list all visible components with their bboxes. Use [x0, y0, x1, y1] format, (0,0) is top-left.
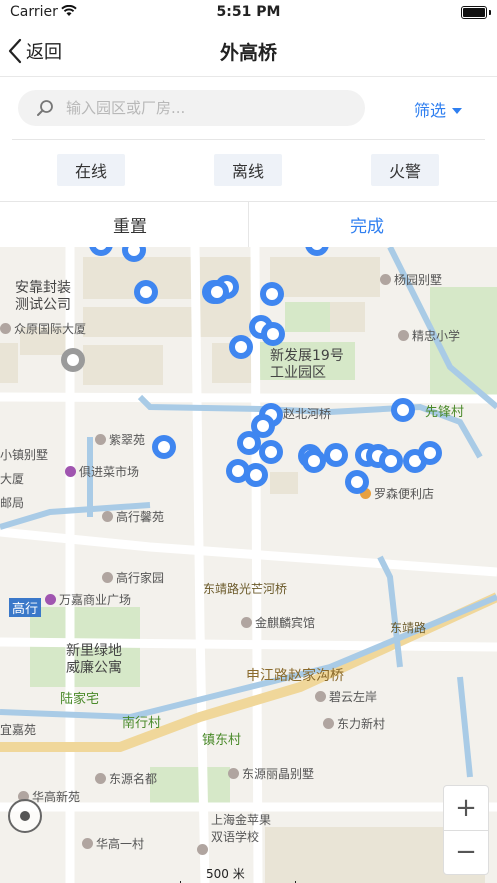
- poi-dot: [95, 434, 106, 445]
- map-label: 新里绿地 威廉公寓: [66, 643, 122, 676]
- map-label: 东源丽晶别墅: [228, 765, 314, 782]
- site-marker-online[interactable]: [244, 463, 268, 487]
- done-button[interactable]: 完成: [249, 202, 485, 247]
- map-label: 先锋村: [425, 405, 465, 420]
- map-label: 赵北河桥: [283, 407, 332, 421]
- chevron-left-icon: [8, 38, 22, 64]
- chip-online[interactable]: 在线: [57, 154, 125, 186]
- site-marker-online[interactable]: [237, 431, 261, 455]
- map-label: 紫翠苑: [95, 431, 145, 448]
- site-marker-online[interactable]: [205, 280, 229, 304]
- poi-dot: [228, 768, 239, 779]
- scale-label: 500 米: [206, 867, 245, 881]
- poi-dot: [95, 773, 106, 784]
- page-title: 外高桥: [219, 42, 277, 64]
- filter-label: 筛选: [414, 101, 447, 120]
- caret-down-icon: [452, 107, 463, 114]
- poi-dot: [315, 691, 326, 702]
- map-label: 大厦: [0, 472, 25, 486]
- map-label: 华高一村: [82, 835, 144, 852]
- site-marker-online[interactable]: [345, 470, 369, 494]
- map-label: 镇东村: [202, 733, 242, 748]
- site-marker-online[interactable]: [260, 282, 284, 306]
- nav-bar: 返回 外高桥: [0, 26, 497, 77]
- zoom-control: + −: [443, 785, 489, 875]
- site-marker-online[interactable]: [418, 441, 442, 465]
- poi-dot: [45, 594, 56, 605]
- site-marker-online[interactable]: [261, 322, 285, 346]
- map-label: 高行: [9, 598, 42, 617]
- back-label: 返回: [26, 42, 62, 63]
- map-label: 新发展19号 工业园区: [270, 348, 344, 381]
- battery-tip: [489, 10, 491, 15]
- poi-dot: [102, 572, 113, 583]
- poi-dot: [65, 466, 76, 477]
- site-marker-online[interactable]: [324, 443, 348, 467]
- site-marker-offline[interactable]: [61, 348, 85, 372]
- map-label: 东靖路光芒河桥: [203, 582, 288, 596]
- map-label: 万嘉商业广场: [45, 591, 131, 608]
- map-label: 俱进菜市场: [65, 463, 139, 480]
- poi-dot: [197, 844, 208, 855]
- map-label: 众原国际大厦: [0, 320, 86, 337]
- filter-button[interactable]: 筛选: [414, 97, 463, 121]
- map-label: 东力新村: [323, 715, 385, 732]
- search-icon: [37, 100, 53, 116]
- locate-me-button[interactable]: [8, 799, 42, 833]
- zoom-out-button[interactable]: −: [444, 830, 488, 874]
- map-label: 上海金苹果 双语学校: [197, 811, 271, 855]
- back-button[interactable]: 返回: [8, 36, 62, 66]
- action-row: 重置 完成: [0, 201, 497, 248]
- map-label: 杨园别墅: [380, 271, 442, 288]
- map-label: 金麒麟宾馆: [241, 614, 315, 631]
- chip-offline[interactable]: 离线: [214, 154, 282, 186]
- search-box[interactable]: [18, 90, 365, 126]
- map-label: 小镇别墅: [0, 448, 49, 462]
- map-label: 精忠小学: [398, 327, 460, 344]
- poi-dot: [82, 838, 93, 849]
- site-marker-online[interactable]: [229, 335, 253, 359]
- site-marker-online[interactable]: [302, 449, 326, 473]
- poi-dot: [241, 617, 252, 628]
- chip-fire-alarm[interactable]: 火警: [371, 154, 439, 186]
- map-label: 碧云左岸: [315, 688, 377, 705]
- clock: 5:51 PM: [216, 4, 281, 20]
- poi-dot: [380, 274, 391, 285]
- poi-dot: [0, 323, 11, 334]
- map-label: 南行村: [122, 716, 162, 731]
- map-label: 东靖路: [390, 621, 427, 635]
- map-label: 申江路赵家沟桥: [246, 668, 344, 684]
- site-marker-online[interactable]: [379, 449, 403, 473]
- site-marker-online[interactable]: [259, 440, 283, 464]
- status-bar: Carrier 5:51 PM: [0, 0, 497, 26]
- map-label: 高行馨苑: [102, 508, 164, 525]
- map-label: 高行家园: [102, 569, 164, 586]
- reset-button[interactable]: 重置: [12, 202, 248, 247]
- map-label: 东源名都: [95, 770, 157, 787]
- zoom-in-button[interactable]: +: [444, 786, 488, 831]
- status-filter-row: 在线 离线 火警: [0, 140, 497, 200]
- search-input[interactable]: [64, 98, 328, 118]
- battery-icon: [461, 6, 487, 19]
- site-marker-online[interactable]: [152, 435, 176, 459]
- map-label: 罗森便利店: [360, 485, 434, 502]
- map-label: 宜嘉苑: [0, 723, 37, 737]
- poi-dot: [102, 511, 113, 522]
- poi-dot: [323, 718, 334, 729]
- map-view[interactable]: 安靠封装 测试公司 众原国际大厦 杨园别墅 精忠小学 新发展19号 工业园区 赵…: [0, 247, 497, 883]
- search-row: 筛选: [0, 77, 497, 140]
- site-marker-online[interactable]: [134, 280, 158, 304]
- map-label: 安靠封装 测试公司: [15, 280, 71, 313]
- site-marker-online[interactable]: [391, 398, 415, 422]
- map-label: 陆家宅: [60, 692, 100, 707]
- poi-dot: [398, 330, 409, 341]
- map-label: 邮局: [0, 496, 25, 510]
